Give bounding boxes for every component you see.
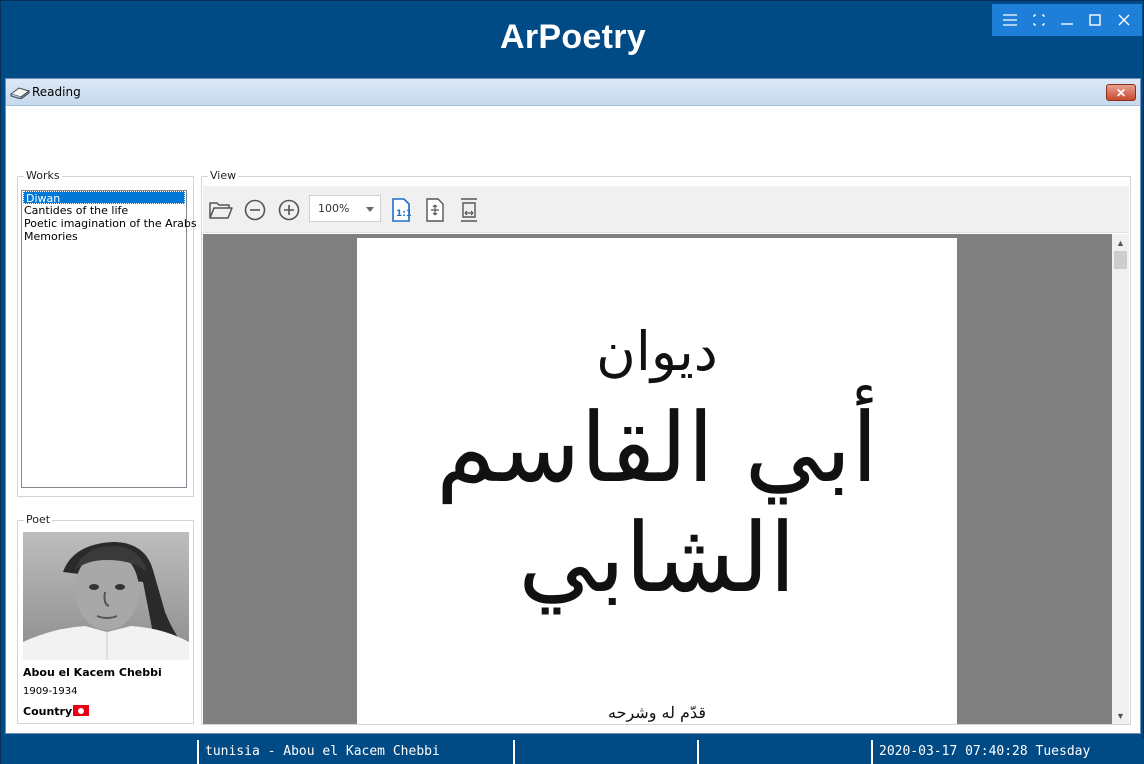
view-group-label: View xyxy=(208,169,239,182)
poet-group: Poet Abou el Kacem Chebbi 1909-1934 Coun… xyxy=(17,513,194,724)
reading-close-button[interactable]: ✕ xyxy=(1106,84,1136,101)
fit-width-icon[interactable] xyxy=(457,198,481,222)
page-caption: قدّم له وشرحه xyxy=(607,703,706,722)
zoom-in-icon[interactable] xyxy=(277,198,301,222)
page-title-line-1: ديوان xyxy=(596,320,718,383)
fit-page-icon[interactable] xyxy=(423,198,447,222)
view-toolbar: 100% 1:1 xyxy=(203,186,1129,233)
works-item-diwan[interactable]: Diwan xyxy=(23,191,185,205)
open-folder-icon[interactable] xyxy=(209,198,233,222)
scroll-up-icon[interactable]: ▲ xyxy=(1112,234,1129,251)
vertical-scrollbar[interactable]: ▲ ▼ xyxy=(1112,234,1129,724)
poet-name: Abou el Kacem Chebbi xyxy=(23,666,162,679)
book-icon xyxy=(9,85,31,100)
app-window: ArPoetry Reading ✕ Works Diwan Cantides … xyxy=(0,0,1144,764)
app-title: ArPoetry xyxy=(499,18,646,56)
status-location: tunisia - Abou el Kacem Chebbi xyxy=(197,740,513,764)
zoom-out-icon[interactable] xyxy=(243,198,267,222)
poet-group-label: Poet xyxy=(24,513,53,526)
status-bar: tunisia - Abou el Kacem Chebbi 2020-03-1… xyxy=(1,738,1144,764)
poet-photo xyxy=(23,532,189,660)
tunisia-flag-icon xyxy=(73,705,89,716)
works-group: Works Diwan Cantides of the life Poetic … xyxy=(17,169,197,497)
scroll-down-icon[interactable]: ▼ xyxy=(1112,707,1129,724)
reading-titlebar[interactable]: Reading ✕ xyxy=(6,79,1140,106)
poet-country-label: Country xyxy=(23,705,73,718)
reading-window: Reading ✕ Works Diwan Cantides of the li… xyxy=(5,78,1141,734)
page-title-line-2: أبي القاسم الشابي xyxy=(436,392,878,614)
zoom-select[interactable]: 100% xyxy=(309,195,381,222)
view-group: View 100% 1:1 ديوان أبي القاسم الشابي قد… xyxy=(201,169,1131,725)
chevron-down-icon xyxy=(366,207,374,212)
document-view[interactable]: ديوان أبي القاسم الشابي قدّم له وشرحه ▲ … xyxy=(203,234,1129,724)
scrollbar-thumb[interactable] xyxy=(1114,251,1127,269)
poet-years: 1909-1934 xyxy=(23,686,78,697)
works-item-canticles[interactable]: Cantides of the life xyxy=(22,204,186,217)
maximize-icon[interactable] xyxy=(1082,7,1108,33)
status-cell-3 xyxy=(697,740,871,764)
window-controls xyxy=(992,4,1142,36)
status-datetime: 2020-03-17 07:40:28 Tuesday xyxy=(871,740,1144,764)
reading-window-title: Reading xyxy=(32,85,81,99)
works-group-label: Works xyxy=(24,169,62,182)
works-list[interactable]: Diwan Cantides of the life Poetic imagin… xyxy=(21,190,197,488)
svg-text:1:1: 1:1 xyxy=(396,209,411,219)
menu-icon[interactable] xyxy=(997,7,1023,33)
status-cell-2 xyxy=(513,740,697,764)
close-icon[interactable] xyxy=(1111,7,1137,33)
minimize-icon[interactable] xyxy=(1054,7,1080,33)
document-page: ديوان أبي القاسم الشابي قدّم له وشرحه xyxy=(357,238,957,724)
works-item-memories[interactable]: Memories xyxy=(22,230,186,243)
works-item-poetic-imagination[interactable]: Poetic imagination of the Arabs xyxy=(22,217,197,230)
fullscreen-icon[interactable] xyxy=(1026,7,1052,33)
actual-size-icon[interactable]: 1:1 xyxy=(389,198,413,222)
zoom-value: 100% xyxy=(318,202,350,215)
